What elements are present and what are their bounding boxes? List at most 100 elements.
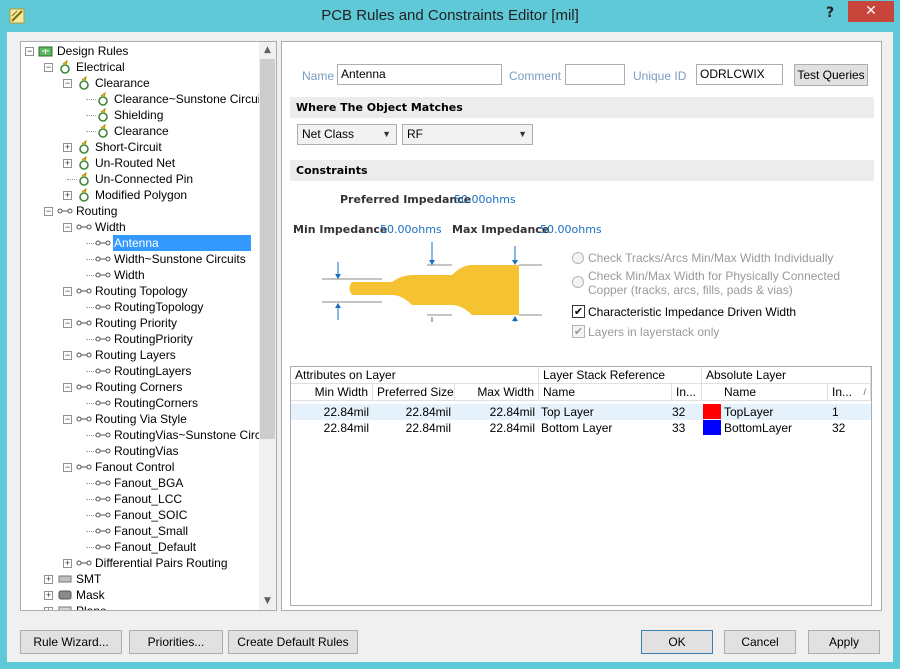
tree-item[interactable]: Shielding xyxy=(21,107,259,123)
expand-icon[interactable]: + xyxy=(44,607,53,610)
min-impedance-value[interactable]: 50.00ohms xyxy=(380,223,442,236)
max-width-cell[interactable]: 22.84mil xyxy=(455,420,535,436)
tree-item[interactable]: − Routing Priority xyxy=(21,315,259,331)
preferred-size-cell[interactable]: 22.84mil xyxy=(373,420,451,436)
tree-item[interactable]: − Electrical xyxy=(21,59,259,75)
collapse-icon[interactable]: − xyxy=(63,463,72,472)
comment-input[interactable] xyxy=(565,64,625,85)
collapse-icon[interactable]: − xyxy=(63,383,72,392)
tree-item[interactable]: − Routing Layers xyxy=(21,347,259,363)
tree-item[interactable]: Fanout_Default xyxy=(21,539,259,555)
collapse-icon[interactable]: − xyxy=(63,319,72,328)
tree-item[interactable]: Fanout_Small xyxy=(21,523,259,539)
tree-item[interactable]: + Short-Circuit xyxy=(21,139,259,155)
unique-id-input[interactable]: ODRLCWIX xyxy=(696,64,783,85)
min-width-cell[interactable]: 22.84mil xyxy=(291,404,369,420)
collapse-icon[interactable]: − xyxy=(63,287,72,296)
tree-item[interactable]: − Clearance xyxy=(21,75,259,91)
collapse-icon[interactable]: − xyxy=(63,223,72,232)
expand-icon[interactable]: + xyxy=(44,575,53,584)
col-header-ref-index[interactable]: In... xyxy=(672,384,702,401)
collapse-icon[interactable]: − xyxy=(44,63,53,72)
close-button[interactable]: ✕ xyxy=(848,1,894,22)
tree-item[interactable]: RoutingTopology xyxy=(21,299,259,315)
tree-item[interactable]: Clearance xyxy=(21,123,259,139)
test-queries-button[interactable]: Test Queries xyxy=(794,64,868,86)
value-select[interactable]: RF ▼ xyxy=(402,124,533,145)
apply-button[interactable]: Apply xyxy=(808,630,880,654)
col-header-min-width[interactable]: Min Width xyxy=(291,384,373,401)
layer-color-swatch[interactable] xyxy=(703,420,721,435)
col-header-abs-name[interactable]: Name xyxy=(702,384,828,401)
tree-item[interactable]: Width~Sunstone Circuits xyxy=(21,251,259,267)
collapse-icon[interactable]: − xyxy=(63,351,72,360)
rule-wizard-button[interactable]: Rule Wizard... xyxy=(20,630,122,654)
tree-item[interactable]: RoutingPriority xyxy=(21,331,259,347)
layerstack-only-checkbox[interactable]: ✔ xyxy=(572,325,585,338)
tree-item[interactable]: Antenna xyxy=(21,235,259,251)
abs-layer-name-cell[interactable]: TopLayer xyxy=(724,404,824,420)
expand-icon[interactable]: + xyxy=(63,191,72,200)
col-header-ref-name[interactable]: Name xyxy=(539,384,672,401)
ref-layer-name-cell[interactable]: Bottom Layer xyxy=(541,420,671,436)
tree-scrollbar[interactable]: ▲ ▼ xyxy=(259,42,276,610)
tree-item[interactable]: + Un-Routed Net xyxy=(21,155,259,171)
tree-item[interactable]: + Plane xyxy=(21,603,259,610)
max-impedance-value[interactable]: 50.00ohms xyxy=(540,223,602,236)
tree-item[interactable]: − Routing Via Style xyxy=(21,411,259,427)
tree-item[interactable]: − Design Rules xyxy=(21,43,259,59)
tree-item[interactable]: Fanout_SOIC xyxy=(21,507,259,523)
tree-item[interactable]: RoutingCorners xyxy=(21,395,259,411)
tree-item[interactable]: Fanout_LCC xyxy=(21,491,259,507)
ok-button[interactable]: OK xyxy=(641,630,713,654)
scope-select[interactable]: Net Class ▼ xyxy=(297,124,397,145)
scroll-up-icon[interactable]: ▲ xyxy=(259,42,276,59)
tree-item[interactable]: Fanout_BGA xyxy=(21,475,259,491)
tree-item[interactable]: + SMT xyxy=(21,571,259,587)
abs-layer-index-cell[interactable]: 1 xyxy=(832,404,868,420)
expand-icon[interactable]: + xyxy=(63,143,72,152)
table-row[interactable]: 22.84mil 22.84mil 22.84mil Top Layer 32 TopLa… xyxy=(291,404,871,420)
collapse-icon[interactable]: − xyxy=(63,79,72,88)
tree-item[interactable]: − Routing Topology xyxy=(21,283,259,299)
collapse-icon[interactable]: − xyxy=(44,207,53,216)
col-header-abs-index[interactable]: In... / xyxy=(828,384,871,401)
check-individually-radio[interactable] xyxy=(572,252,584,264)
min-width-cell[interactable]: 22.84mil xyxy=(291,420,369,436)
expand-icon[interactable]: + xyxy=(63,559,72,568)
preferred-size-cell[interactable]: 22.84mil xyxy=(373,404,451,420)
expand-icon[interactable]: + xyxy=(44,591,53,600)
abs-layer-index-cell[interactable]: 32 xyxy=(832,420,868,436)
col-header-preferred-size[interactable]: Preferred Size xyxy=(373,384,455,401)
col-header-max-width[interactable]: Max Width xyxy=(455,384,539,401)
tree-item[interactable]: Width xyxy=(21,267,259,283)
abs-layer-name-cell[interactable]: BottomLayer xyxy=(724,420,824,436)
tree-item[interactable]: + Differential Pairs Routing xyxy=(21,555,259,571)
tree-item[interactable]: RoutingVias~Sunstone Circuits xyxy=(21,427,259,443)
check-connected-radio[interactable] xyxy=(572,276,584,288)
title-bar[interactable]: PCB Rules and Constraints Editor [mil] ?… xyxy=(0,0,900,32)
ref-layer-index-cell[interactable]: 33 xyxy=(672,420,698,436)
collapse-icon[interactable]: − xyxy=(25,47,34,56)
priorities-button[interactable]: Priorities... xyxy=(129,630,223,654)
name-input[interactable]: Antenna xyxy=(337,64,502,85)
scroll-thumb[interactable] xyxy=(260,59,275,439)
layer-attributes-grid[interactable]: Attributes on Layer Layer Stack Referenc… xyxy=(290,366,872,606)
expand-icon[interactable]: + xyxy=(63,159,72,168)
tree-item[interactable]: − Width xyxy=(21,219,259,235)
tree-item[interactable]: RoutingLayers xyxy=(21,363,259,379)
tree-item[interactable]: + Mask xyxy=(21,587,259,603)
tree-item[interactable]: − Routing Corners xyxy=(21,379,259,395)
cancel-button[interactable]: Cancel xyxy=(724,630,796,654)
help-button[interactable]: ? xyxy=(826,5,834,21)
tree-item[interactable]: − Routing xyxy=(21,203,259,219)
tree-item[interactable]: RoutingVias xyxy=(21,443,259,459)
table-row[interactable]: 22.84mil 22.84mil 22.84mil Bottom Layer 33 Bo… xyxy=(291,420,871,436)
collapse-icon[interactable]: − xyxy=(63,415,72,424)
rules-tree[interactable]: − Design Rules − Electrical − Clearance Cleara… xyxy=(20,41,277,611)
tree-item[interactable]: + Modified Polygon xyxy=(21,187,259,203)
preferred-impedance-value[interactable]: 50.00ohms xyxy=(454,193,516,206)
ref-layer-index-cell[interactable]: 32 xyxy=(672,404,698,420)
create-default-rules-button[interactable]: Create Default Rules xyxy=(228,630,358,654)
max-width-cell[interactable]: 22.84mil xyxy=(455,404,535,420)
